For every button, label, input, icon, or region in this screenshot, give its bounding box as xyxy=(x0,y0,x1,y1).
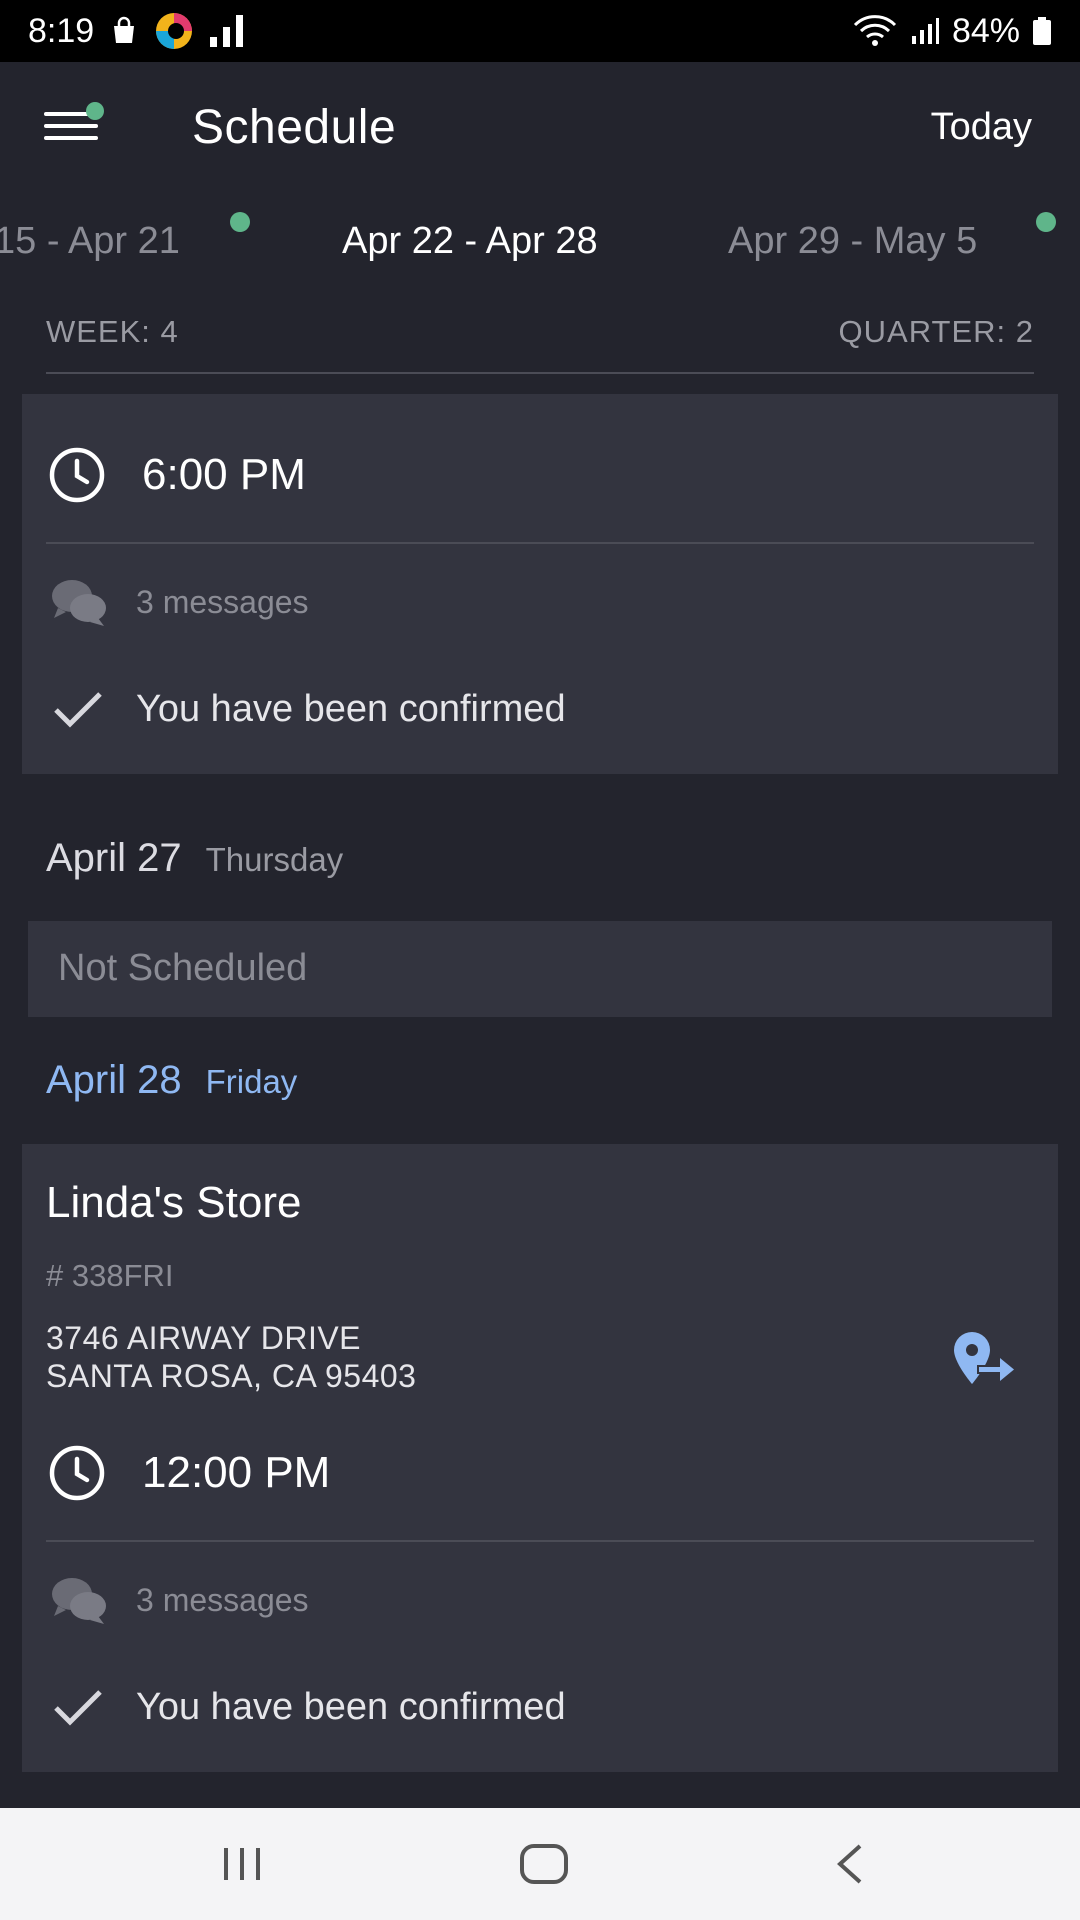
system-nav-bar xyxy=(0,1808,1080,1920)
signal-icon xyxy=(208,13,248,49)
battery-icon xyxy=(1032,16,1052,46)
schedule-screen: 8:19 84% Schedule Today 15 - Apr 21 Apr … xyxy=(0,0,1080,1920)
shift-time: 6:00 PM xyxy=(142,450,306,499)
page-title: Schedule xyxy=(192,101,397,154)
shift-card[interactable]: 6:00 PM 3 messages You have been confirm… xyxy=(22,394,1058,774)
app-bar: Schedule Today xyxy=(0,62,1080,192)
confirmation-row: You have been confirmed xyxy=(52,1686,566,1729)
directions-button[interactable] xyxy=(950,1330,1016,1390)
divider xyxy=(46,1540,1034,1542)
address-line-1: 3746 AIRWAY DRIVE xyxy=(46,1320,362,1356)
divider xyxy=(46,542,1034,544)
status-time: 8:19 xyxy=(28,11,95,50)
confirmation-status: You have been confirmed xyxy=(136,1686,566,1728)
status-bar: 8:19 84% xyxy=(0,0,1080,62)
back-button[interactable] xyxy=(826,1838,874,1890)
chat-icon xyxy=(52,1578,106,1624)
back-icon xyxy=(837,1844,862,1884)
menu-button[interactable] xyxy=(44,102,104,146)
messages-count: 3 messages xyxy=(136,583,309,620)
home-icon xyxy=(520,1844,568,1884)
week-tab-current[interactable]: Apr 22 - Apr 28 xyxy=(342,220,598,263)
clock-icon xyxy=(49,1445,105,1501)
check-icon xyxy=(54,1689,102,1726)
messages-link[interactable]: 3 messages xyxy=(50,1574,309,1626)
not-scheduled-card: Not Scheduled xyxy=(28,921,1052,1017)
shift-card[interactable]: Linda's Store # 338FRI 3746 AIRWAY DRIVE… xyxy=(22,1144,1058,1772)
confirmation-row: You have been confirmed xyxy=(52,688,566,731)
wifi-icon xyxy=(852,14,898,48)
week-selector: 15 - Apr 21 Apr 22 - Apr 28 Apr 29 - May… xyxy=(0,208,1080,278)
shift-time: 12:00 PM xyxy=(142,1448,331,1497)
store-name: Linda's Store xyxy=(46,1178,302,1227)
check-icon xyxy=(54,691,102,728)
recents-icon xyxy=(224,1848,260,1880)
week-tab-next[interactable]: Apr 29 - May 5 xyxy=(728,220,977,263)
shift-time-row: 6:00 PM xyxy=(48,446,306,504)
messages-count: 3 messages xyxy=(136,1581,309,1618)
today-button[interactable]: Today xyxy=(931,106,1032,149)
day-header-april-28: April 28 Friday xyxy=(46,1058,297,1103)
week-number: WEEK: 4 xyxy=(46,314,179,349)
week-previous-dot xyxy=(230,212,250,232)
schedule-list[interactable]: 6:00 PM 3 messages You have been confirm… xyxy=(0,394,1080,1808)
week-tab-previous[interactable]: 15 - Apr 21 xyxy=(0,220,180,263)
clock-icon xyxy=(49,447,105,503)
shopping-bag-icon xyxy=(108,15,140,47)
confirmation-status: You have been confirmed xyxy=(136,688,566,730)
day-weekday: Thursday xyxy=(205,841,344,878)
messages-link[interactable]: 3 messages xyxy=(50,576,309,628)
quarter-number: QUARTER: 2 xyxy=(838,314,1034,349)
address-line-2: SANTA ROSA, CA 95403 xyxy=(46,1358,417,1394)
not-scheduled-label: Not Scheduled xyxy=(58,947,308,989)
day-date: April 28 xyxy=(46,1058,182,1102)
recents-button[interactable] xyxy=(216,1838,268,1890)
cell-signal-icon xyxy=(910,16,940,46)
week-meta: WEEK: 4 QUARTER: 2 xyxy=(46,310,1034,374)
chat-icon xyxy=(52,580,106,626)
home-button[interactable] xyxy=(516,1838,572,1890)
shift-time-row: 12:00 PM xyxy=(48,1444,330,1502)
day-header-april-27: April 27 Thursday xyxy=(46,836,343,881)
week-next-dot xyxy=(1036,212,1056,232)
battery-percent: 84% xyxy=(951,11,1020,50)
store-number: # 338FRI xyxy=(46,1258,174,1293)
directions-icon xyxy=(954,1332,1014,1384)
day-weekday: Friday xyxy=(205,1063,298,1100)
day-date: April 27 xyxy=(46,836,182,880)
app-logo-icon xyxy=(154,11,194,51)
notification-dot xyxy=(86,102,104,120)
